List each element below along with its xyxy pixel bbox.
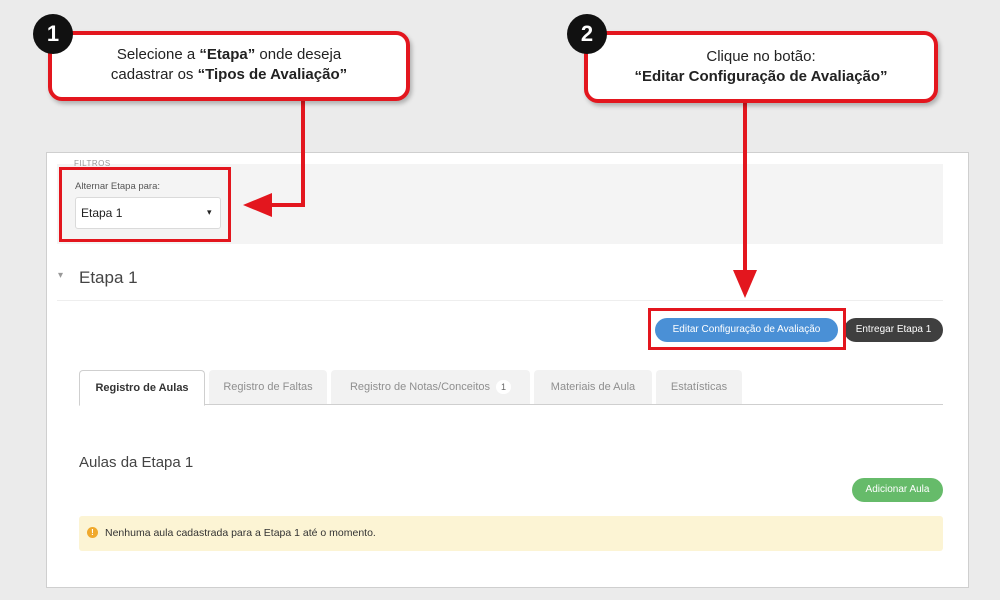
callout-2-line-2: “Editar Configuração de Avaliação”: [634, 68, 888, 85]
arrow-1-line: [268, 101, 305, 207]
callout-step-2: Clique no botão: “Editar Configuração de…: [584, 31, 938, 103]
callout-1-text-b: onde deseja: [255, 46, 342, 63]
callout-1-text-c: cadastrar os: [110, 66, 198, 83]
callout-step-1: Selecione a “Etapa” onde deseja cadastra…: [48, 31, 410, 101]
arrow-2-head: [733, 270, 757, 298]
step-1-badge: 1: [33, 14, 73, 54]
arrow-1-head: [243, 193, 272, 217]
callout-1-bold-b: “Tipos de Avaliação”: [197, 66, 348, 83]
callout-1-text-a: Selecione a: [116, 46, 200, 63]
step-2-badge: 2: [567, 14, 607, 54]
callout-1-bold-a: “Etapa”: [199, 46, 256, 63]
callout-2-line-1: Clique no botão:: [706, 48, 816, 65]
